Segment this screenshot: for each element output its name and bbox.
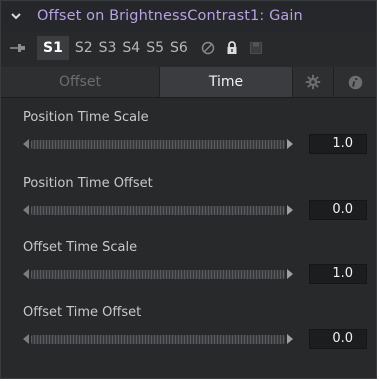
panel-header[interactable]: Offset on BrightnessContrast1: Gain [1, 1, 376, 31]
lock-icon[interactable] [224, 40, 240, 56]
control-label: Position Time Offset [23, 176, 153, 191]
value-field[interactable]: 0.0 [309, 200, 367, 220]
version-slots: S1 S2 S3 S4 S5 S6 [37, 36, 192, 60]
pin-icon[interactable] [7, 41, 29, 55]
circle-slash-icon[interactable] [200, 40, 216, 56]
value-field[interactable]: 0.0 [309, 329, 367, 349]
control-position-time-scale: Position Time Scale 1.0 [23, 109, 371, 154]
value-field[interactable]: 1.0 [309, 264, 367, 284]
slider-track[interactable] [31, 270, 285, 279]
slider-increment-arrow[interactable] [287, 334, 293, 344]
slider-decrement-arrow[interactable] [23, 269, 29, 279]
time-controls: Position Time Scale 1.0 Position Time Of… [1, 98, 376, 378]
slider-increment-arrow[interactable] [287, 205, 293, 215]
tab-offset[interactable]: Offset [1, 67, 160, 97]
slider-track[interactable] [31, 140, 285, 149]
slider-increment-arrow[interactable] [287, 269, 293, 279]
inspector-panel: Offset on BrightnessContrast1: Gain S1 S… [0, 0, 377, 379]
slider-decrement-arrow[interactable] [23, 139, 29, 149]
control-offset-time-scale: Offset Time Scale 1.0 [23, 239, 371, 284]
slot-s5[interactable]: S5 [144, 36, 166, 60]
slider-decrement-arrow[interactable] [23, 205, 29, 215]
save-icon[interactable] [248, 40, 264, 56]
info-icon [348, 75, 363, 90]
control-position-time-offset: Position Time Offset 0.0 [23, 175, 371, 220]
control-label: Offset Time Scale [23, 240, 138, 255]
version-toolbar: S1 S2 S3 S4 S5 S6 [1, 33, 376, 63]
control-label: Offset Time Offset [23, 305, 142, 320]
value-field[interactable]: 1.0 [309, 134, 367, 154]
slot-s1[interactable]: S1 [37, 36, 69, 60]
slider-increment-arrow[interactable] [287, 139, 293, 149]
tab-time[interactable]: Time [160, 67, 293, 97]
gear-icon [305, 74, 321, 90]
panel-title: Offset on BrightnessContrast1: Gain [37, 8, 303, 24]
slider-track[interactable] [31, 335, 285, 344]
tab-settings[interactable] [293, 67, 334, 97]
slot-s6[interactable]: S6 [168, 36, 190, 60]
chevron-down-icon[interactable] [9, 9, 23, 23]
control-offset-time-offset: Offset Time Offset 0.0 [23, 304, 371, 349]
slider-track[interactable] [31, 206, 285, 215]
slot-s3[interactable]: S3 [97, 36, 119, 60]
tab-bar: Offset Time [1, 67, 376, 98]
slot-s4[interactable]: S4 [120, 36, 142, 60]
tab-info[interactable] [334, 67, 376, 97]
control-label: Position Time Scale [23, 110, 149, 125]
slider-decrement-arrow[interactable] [23, 334, 29, 344]
slot-s2[interactable]: S2 [73, 36, 95, 60]
